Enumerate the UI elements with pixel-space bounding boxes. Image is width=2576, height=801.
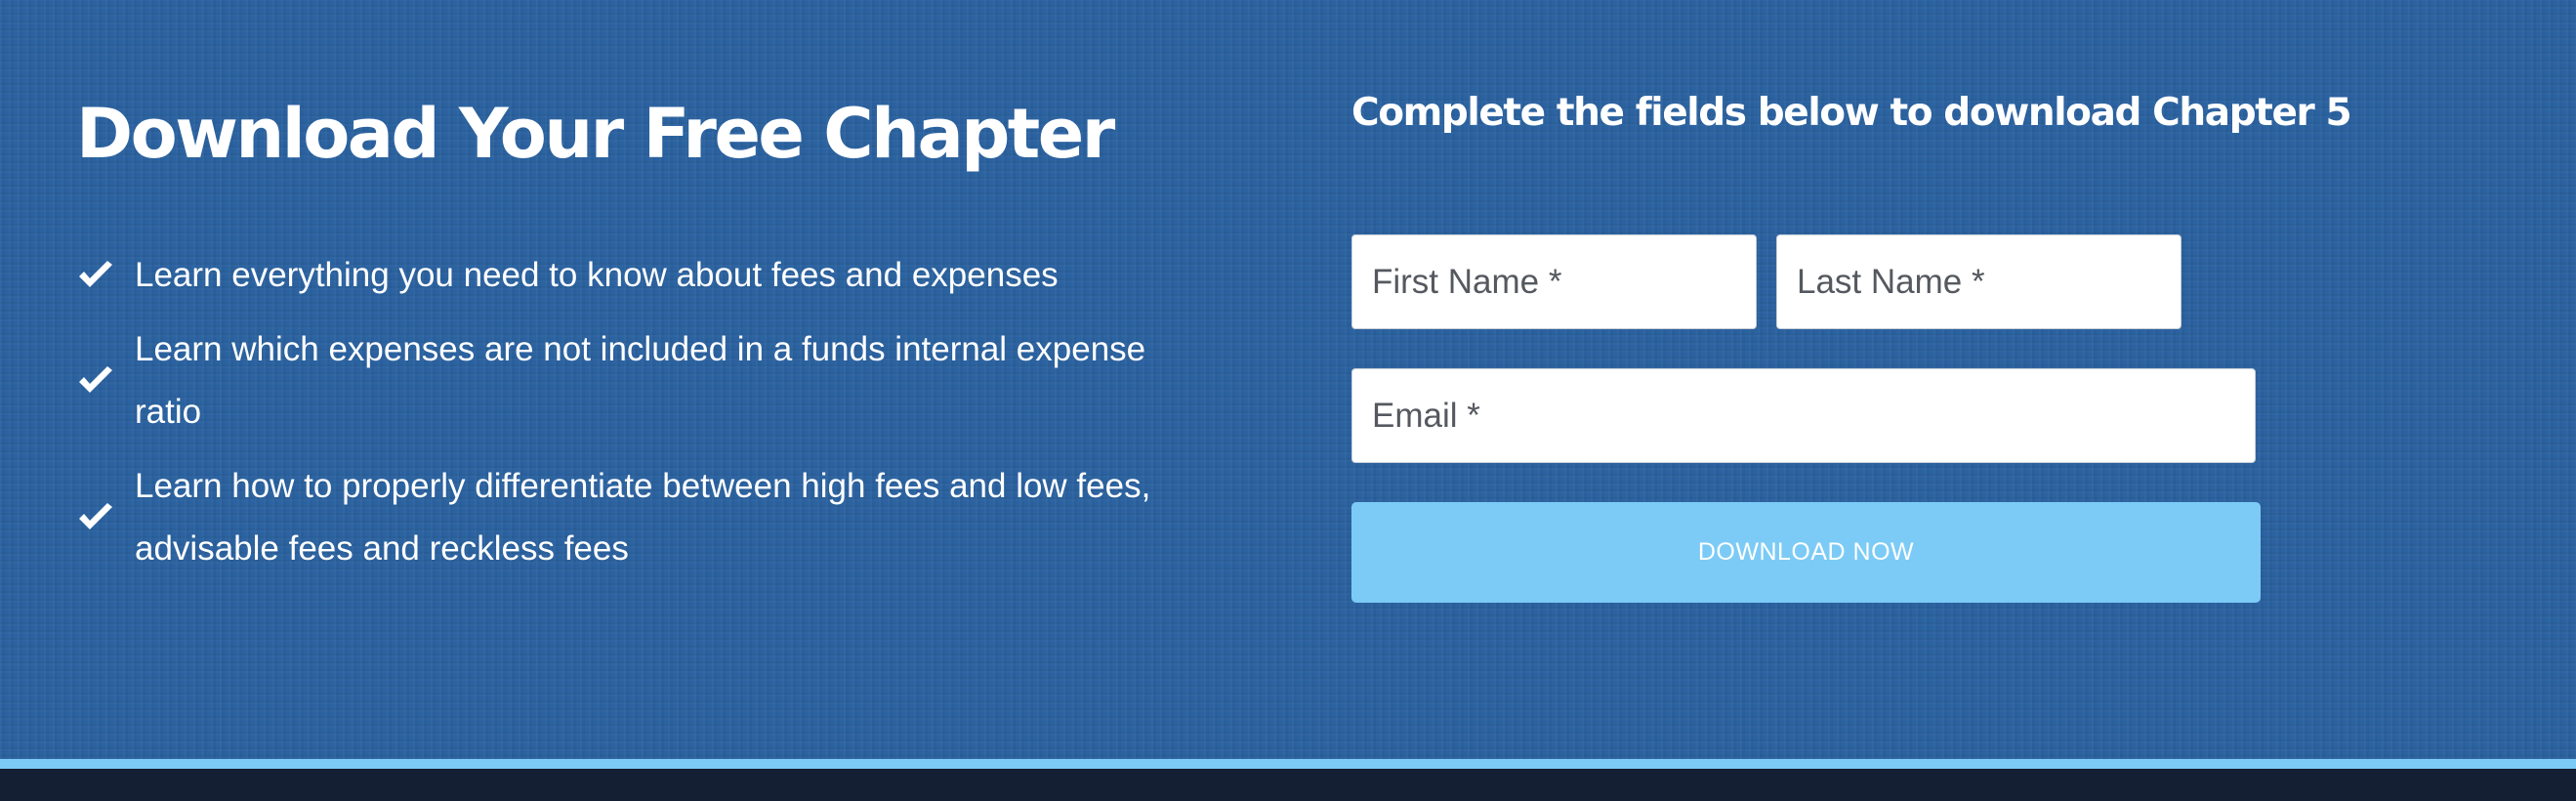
section-heading: Download Your Free Chapter (76, 94, 1115, 174)
benefit-item: Learn everything you need to know about … (76, 244, 1209, 307)
download-now-button[interactable]: DOWNLOAD NOW (1351, 502, 2261, 603)
first-name-input[interactable] (1351, 234, 1757, 329)
benefit-text: Learn which expenses are not included in… (135, 330, 1146, 431)
email-input[interactable] (1351, 368, 2256, 463)
chapter-download-section: Download Your Free Chapter Learn everyth… (0, 0, 2576, 759)
check-icon (76, 260, 115, 291)
benefit-text: Learn everything you need to know about … (135, 256, 1059, 294)
benefit-item: Learn how to properly differentiate betw… (76, 455, 1209, 580)
benefit-list: Learn everything you need to know about … (76, 244, 1209, 592)
check-icon (76, 502, 115, 533)
last-name-input[interactable] (1776, 234, 2181, 329)
benefit-text: Learn how to properly differentiate betw… (135, 467, 1151, 568)
benefit-item: Learn which expenses are not included in… (76, 318, 1209, 443)
accent-divider (0, 759, 2576, 769)
check-icon (76, 365, 115, 397)
footer-bar (0, 769, 2576, 801)
form-title: Complete the fields below to download Ch… (1351, 91, 2352, 135)
